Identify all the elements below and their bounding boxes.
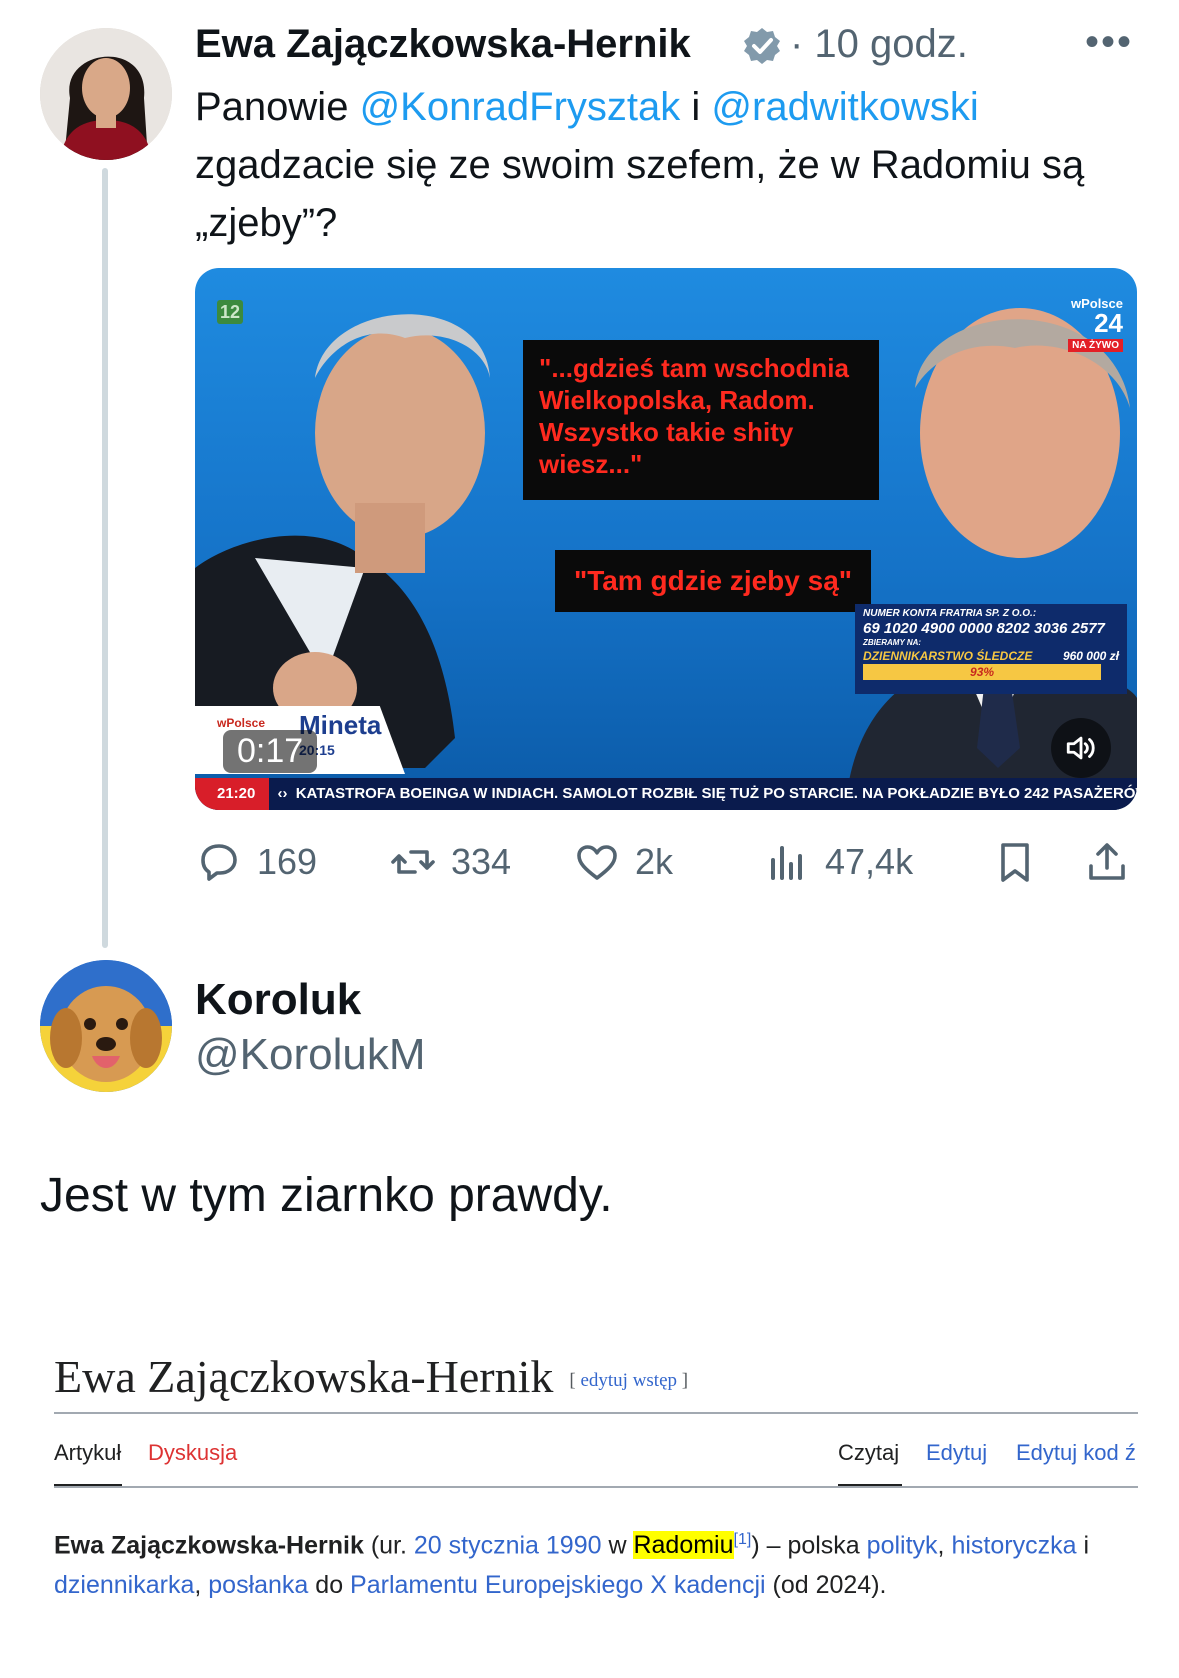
wiki-link-politician[interactable]: polityk bbox=[867, 1531, 938, 1559]
mention-link[interactable]: @radwitkowski bbox=[711, 85, 978, 129]
wiki-title-divider bbox=[54, 1412, 1138, 1414]
fundraiser-panel: NUMER KONTA FRATRIA SP. Z O.O.: 69 1020 … bbox=[855, 604, 1127, 694]
bookmark-button[interactable] bbox=[991, 832, 1039, 892]
wiki-link-mp[interactable]: posłanka bbox=[208, 1571, 308, 1599]
wiki-edit-bracket: ] bbox=[677, 1370, 689, 1392]
heart-icon bbox=[577, 845, 617, 880]
verified-badge-icon bbox=[744, 28, 780, 64]
quote-box-1: "...gdzieś tam wschodnia Wielkopolska, R… bbox=[523, 340, 879, 500]
tab-edit-source[interactable]: Edytuj kod ź bbox=[1016, 1440, 1136, 1466]
wiki-link-city-highlighted[interactable]: Radomiu bbox=[633, 1531, 734, 1560]
wiki-bold-name: Ewa Zajączkowska-Hernik bbox=[54, 1531, 364, 1560]
quote-line: Wszystko takie shity bbox=[539, 417, 794, 447]
puppy-avatar-icon bbox=[40, 960, 172, 1092]
bookmark-icon bbox=[1001, 843, 1029, 882]
tweet-action-bar: 169 334 2k 47,4k bbox=[195, 832, 1135, 892]
ticker-time: 21:20 bbox=[195, 778, 270, 810]
like-button[interactable]: 2k bbox=[573, 832, 673, 892]
woman-portrait-icon bbox=[40, 28, 172, 160]
wiki-page-title: Ewa Zajączkowska-Hernik [ edytuj wstęp ] bbox=[54, 1350, 1138, 1403]
wiki-text: (ur. bbox=[363, 1531, 414, 1560]
like-count: 2k bbox=[635, 841, 674, 882]
wiki-reference[interactable]: [1] bbox=[734, 1531, 752, 1548]
tweet-video[interactable]: 12 wPolsce 24 NA ŻYWO "...gdzieś tam wsc… bbox=[195, 268, 1137, 810]
quote-line: wiesz..." bbox=[539, 449, 643, 479]
tweet-timestamp[interactable]: · 10 godz. bbox=[790, 22, 968, 67]
ticker-arrows-icon: ‹› bbox=[277, 785, 288, 802]
wiki-text: (od 2024). bbox=[765, 1571, 887, 1600]
share-upload-icon bbox=[1089, 843, 1125, 880]
video-timer: 0:17 bbox=[223, 730, 318, 773]
wiki-text: do bbox=[308, 1571, 351, 1600]
wiki-edit-intro: [ edytuj wstęp ] bbox=[569, 1370, 688, 1391]
wiki-tabs: Artykuł Dyskusja Czytaj Edytuj Edytuj ko… bbox=[54, 1440, 1138, 1490]
share-button[interactable] bbox=[1083, 832, 1131, 892]
wiki-edit-bracket: [ bbox=[569, 1370, 581, 1392]
reply-icon bbox=[201, 844, 237, 881]
tab-discussion[interactable]: Dyskusja bbox=[148, 1440, 237, 1466]
wiki-text: i bbox=[1076, 1531, 1089, 1560]
wiki-text: w bbox=[601, 1531, 634, 1560]
reply-text: Jest w tym ziarnko prawdy. bbox=[40, 1169, 613, 1222]
fundraiser-name: DZIENNIKARSTWO ŚLEDCZE bbox=[863, 649, 1033, 663]
tweet-author-name[interactable]: Ewa Zajączkowska-Hernik bbox=[195, 22, 691, 67]
wiki-link-european-parliament[interactable]: Parlamentu Europejskiego X kadencji bbox=[350, 1571, 766, 1599]
mention-link[interactable]: @KonradFrysztak bbox=[360, 85, 681, 129]
tweet-text: Panowie @KonradFrysztak i @radwitkowski … bbox=[195, 78, 1125, 252]
thread-connector-line bbox=[102, 168, 108, 948]
show-logo-small: wPolsce bbox=[217, 716, 266, 730]
wiki-text: , bbox=[937, 1531, 952, 1560]
account-label: NUMER KONTA FRATRIA SP. Z O.O.: bbox=[863, 608, 1037, 619]
tab-edit[interactable]: Edytuj bbox=[926, 1440, 987, 1466]
retweet-count: 334 bbox=[451, 841, 512, 882]
views-count: 47,4k bbox=[825, 841, 914, 882]
fundraiser-amount: 960 000 zł bbox=[1062, 649, 1119, 663]
wiki-title-text: Ewa Zajączkowska-Hernik bbox=[54, 1351, 554, 1402]
wiki-tabs-divider bbox=[54, 1486, 1138, 1488]
reply-count: 169 bbox=[257, 841, 318, 882]
wiki-link-date[interactable]: 20 stycznia 1990 bbox=[414, 1531, 602, 1559]
collect-label: ZBIERAMY NA: bbox=[863, 638, 922, 647]
retweet-icon bbox=[391, 850, 435, 874]
wiki-edit-intro-link[interactable]: edytuj wstęp bbox=[580, 1370, 677, 1391]
retweet-button[interactable]: 334 bbox=[389, 832, 511, 892]
wiki-text: , bbox=[194, 1571, 209, 1600]
reply-author-handle[interactable]: @KorolukM bbox=[195, 1030, 426, 1080]
channel-logo: wPolsce 24 NA ŻYWO bbox=[1063, 296, 1123, 353]
ticker-text: KATASTROFA BOEINGA W INDIACH. SAMOLOT RO… bbox=[295, 785, 1137, 802]
fundraiser-progress-text: 93% bbox=[970, 665, 995, 679]
speaker-icon bbox=[1066, 736, 1095, 760]
account-number: 69 1020 4900 0000 8202 3036 2577 bbox=[863, 620, 1105, 637]
channel-number-badge: 12 bbox=[217, 300, 243, 324]
quote-box-2: "Tam gdzie zjeby są" bbox=[555, 550, 871, 612]
quote-line: Wielkopolska, Radom. bbox=[539, 385, 815, 415]
reply-button[interactable]: 169 bbox=[195, 832, 317, 892]
tab-article[interactable]: Artykuł bbox=[54, 1440, 121, 1466]
wiki-intro-paragraph: Ewa Zajączkowska-Hernik (ur. 20 stycznia… bbox=[54, 1520, 1138, 1605]
wiki-link-historian[interactable]: historyczka bbox=[951, 1531, 1076, 1559]
more-options-icon[interactable]: ••• bbox=[1085, 20, 1133, 65]
wiki-text: ) – polska bbox=[751, 1531, 867, 1560]
author-avatar[interactable] bbox=[40, 28, 172, 160]
wikipedia-excerpt: Ewa Zajączkowska-Hernik[ edytuj wstęp ] … bbox=[54, 1350, 1138, 1599]
tab-read[interactable]: Czytaj bbox=[838, 1440, 899, 1466]
tweet-text-part: Panowie bbox=[195, 85, 360, 129]
fundraiser-progress-bar: 93% bbox=[863, 664, 1102, 680]
quote-line: "...gdzieś tam wschodnia bbox=[539, 353, 849, 383]
tweet-text-part: i bbox=[680, 85, 712, 129]
tweet-text-part: zgadzacie się ze swoim szefem, że w Rado… bbox=[195, 143, 1085, 245]
reply-author-avatar[interactable] bbox=[40, 960, 172, 1092]
views-bar-chart-icon bbox=[771, 846, 802, 880]
live-badge: NA ŻYWO bbox=[1068, 339, 1123, 352]
reply-author-name[interactable]: Koroluk bbox=[195, 975, 361, 1025]
views-button[interactable]: 47,4k bbox=[763, 832, 913, 892]
news-ticker: 21:20 ‹› KATASTROFA BOEINGA W INDIACH. S… bbox=[195, 778, 1137, 810]
channel-logo-number: 24 bbox=[1094, 308, 1123, 338]
wiki-link-journalist[interactable]: dziennikarka bbox=[54, 1571, 194, 1599]
mute-button[interactable] bbox=[1051, 718, 1111, 778]
